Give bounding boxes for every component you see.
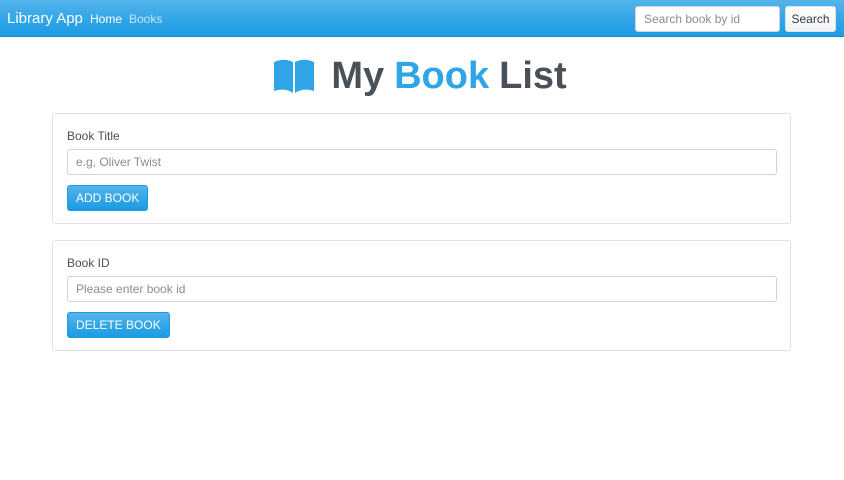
delete-book-card: Book ID DELETE BOOK xyxy=(52,240,791,351)
add-book-button[interactable]: ADD BOOK xyxy=(67,185,149,211)
add-book-card: Book Title ADD BOOK xyxy=(52,113,791,224)
nav-link-home[interactable]: Home xyxy=(90,12,122,26)
book-title-label: Book Title xyxy=(67,129,120,143)
search-input[interactable] xyxy=(635,6,780,32)
book-open-icon xyxy=(274,59,315,93)
book-id-input[interactable] xyxy=(67,276,777,302)
nav-link-books[interactable]: Books xyxy=(129,12,162,26)
search-button[interactable]: Search xyxy=(785,6,836,32)
brand-logo-text[interactable]: Library App xyxy=(7,10,83,27)
book-title-input[interactable] xyxy=(67,149,777,175)
title-word-book: Book xyxy=(394,54,490,97)
page-title: My Book List xyxy=(0,54,844,98)
book-id-label: Book ID xyxy=(67,256,110,270)
delete-book-button[interactable]: DELETE BOOK xyxy=(67,312,170,338)
title-word-list: List xyxy=(499,54,567,97)
title-word-my: My xyxy=(331,54,385,97)
navbar: Library App Home Books Search xyxy=(0,0,844,37)
